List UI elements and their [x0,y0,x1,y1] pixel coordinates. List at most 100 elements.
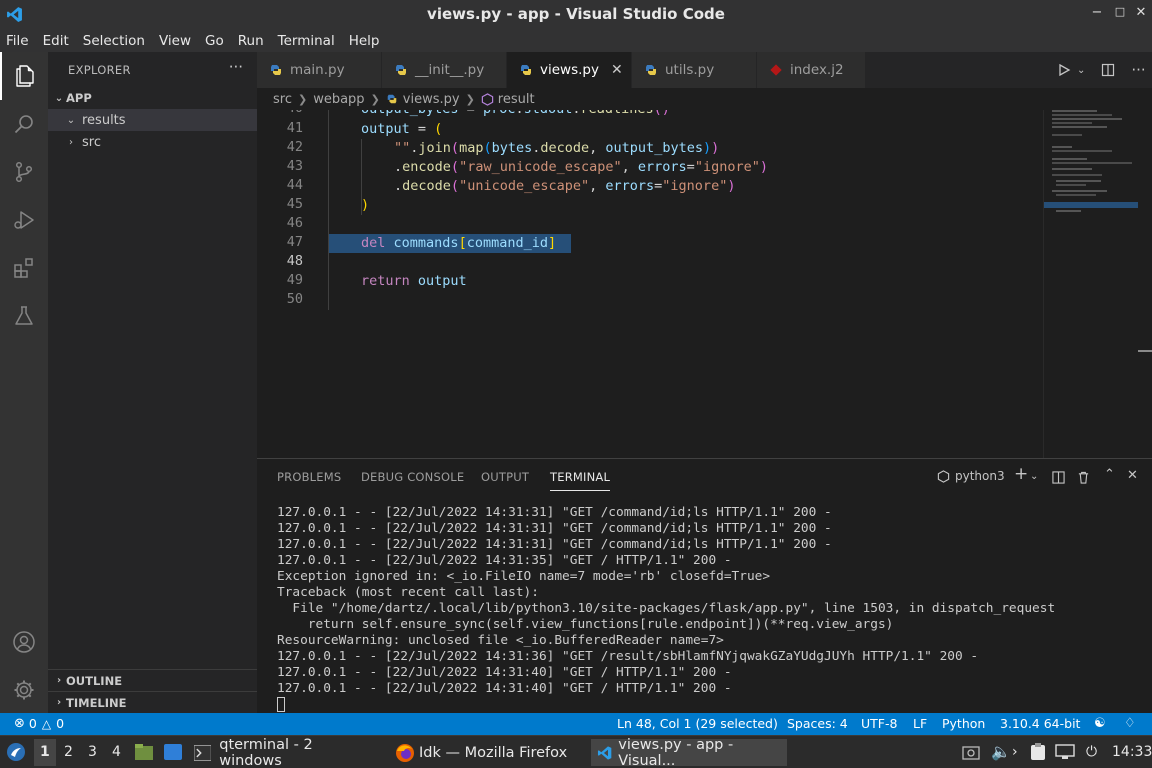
chevron-down-icon[interactable]: ⌄ [1030,471,1038,482]
tab-views-py[interactable]: views.py ✕ [507,52,631,88]
testing-activity[interactable] [0,292,48,340]
python-interpreter[interactable]: 3.10.4 64-bit [1000,716,1080,731]
breadcrumb-item[interactable]: result [498,92,535,107]
screen: views.py - app - Visual Studio Code − □ … [0,0,1152,768]
tab-problems[interactable]: PROBLEMS [277,470,341,484]
file-manager-icon[interactable] [134,743,154,761]
menu-help[interactable]: Help [349,33,380,49]
code-editor[interactable]: 40 41 42 43 44 45 46 47 48 49 50 output_… [257,110,1152,458]
volume-icon[interactable]: 🔈 [991,742,1011,761]
search-icon [14,115,33,134]
explorer-sidebar: EXPLORER ··· ⌄ APP ⌄ results › src › OUT… [48,52,257,713]
task-firefox[interactable]: Idk — Mozilla Firefox [389,739,579,766]
tree-item-src[interactable]: › src [48,131,257,153]
feedback-icon[interactable]: ☯ [1094,716,1106,731]
tab-main-py[interactable]: main.py [257,52,381,88]
workspace-4[interactable]: 4 [112,744,121,760]
problems-status[interactable]: ⊗ 0 △ 0 [14,716,64,731]
tab-output[interactable]: OUTPUT [481,470,529,484]
workspace-1[interactable]: 1 [40,744,50,760]
tab-init-py[interactable]: __init__.py [382,52,506,88]
split-terminal-icon[interactable] [1052,471,1065,484]
run-debug-activity[interactable] [0,196,48,244]
editor-tabs: main.py __init__.py views.py ✕ utils.py … [257,52,1152,88]
source-control-activity[interactable] [0,148,48,196]
tab-index-j2[interactable]: index.j2 [757,52,865,88]
line-number: 49 [286,272,303,288]
timeline-section[interactable]: › TIMELINE [48,691,257,713]
breadcrumb-item[interactable]: src [273,92,292,107]
terminal-prompt[interactable] [277,697,1137,713]
explorer-activity[interactable] [0,52,48,100]
language-mode[interactable]: Python [942,716,985,731]
tree-item-results[interactable]: ⌄ results [48,109,257,131]
code-line: "".join(map(bytes.decode, output_bytes)) [394,140,720,156]
outline-section[interactable]: › OUTLINE [48,669,257,691]
line-number: 50 [286,291,303,307]
vertical-scrollbar[interactable] [1138,110,1152,458]
terminal-line: 127.0.0.1 - - [22/Jul/2022 14:31:36] "GE… [277,649,979,664]
code-line: .decode("unicode_escape", errors="ignore… [394,178,736,194]
menu-selection[interactable]: Selection [83,33,145,49]
workspace-root[interactable]: ⌄ APP [48,87,257,109]
chevron-right-icon: › [56,697,62,708]
manage-activity[interactable] [0,666,48,714]
task-label: qterminal - 2 windows [219,736,313,768]
search-activity[interactable] [0,100,48,148]
error-count: 0 [28,716,37,731]
chevron-down-icon[interactable]: ⌄ [1077,65,1085,76]
terminal-line: 127.0.0.1 - - [22/Jul/2022 14:31:40] "GE… [277,681,732,696]
cursor-position[interactable]: Ln 48, Col 1 (29 selected) [617,716,778,731]
close-panel-icon[interactable]: ✕ [1127,468,1138,483]
network-icon[interactable] [1055,744,1075,760]
trash-icon[interactable] [1077,471,1090,484]
tab-utils-py[interactable]: utils.py [632,52,756,88]
notifications-bell-icon[interactable]: ♢ [1124,716,1136,731]
maximize-icon[interactable]: □ [1112,5,1128,23]
terminal-shell-selector[interactable]: python3 [937,469,1005,483]
firefox-icon [396,743,414,762]
clock[interactable]: 14:33 [1112,744,1152,760]
end-of-line[interactable]: LF [913,716,927,731]
task-vscode[interactable]: views.py - app - Visual... [591,737,787,768]
breadcrumb-item[interactable]: views.py [403,92,460,107]
menu-go[interactable]: Go [205,33,224,49]
new-terminal-icon[interactable]: + [1014,464,1028,484]
terminal-output[interactable]: 127.0.0.1 - - [22/Jul/2022 14:31:31] "GE… [277,505,1137,713]
workspace-3[interactable]: 3 [88,744,97,760]
tab-debug-console[interactable]: DEBUG CONSOLE [361,470,464,484]
minimize-icon[interactable]: − [1089,5,1105,23]
minimap[interactable] [1043,110,1138,458]
start-menu-icon[interactable] [6,742,26,762]
code-line: del commands[command_id] [361,235,557,251]
menu-file[interactable]: File [6,33,29,49]
screenshot-tray-icon[interactable] [962,744,980,760]
clipboard-icon[interactable] [1030,743,1046,761]
split-editor-icon[interactable] [1101,63,1115,77]
more-actions-icon[interactable]: ··· [229,58,243,76]
chevron-right-icon[interactable]: › [1012,744,1018,760]
menu-edit[interactable]: Edit [43,33,69,49]
maximize-panel-icon[interactable]: ⌃ [1104,467,1115,482]
tab-terminal[interactable]: TERMINAL [550,470,611,491]
show-desktop-icon[interactable] [163,743,183,761]
extensions-activity[interactable] [0,244,48,292]
breadcrumb-item[interactable]: webapp [313,92,364,107]
menu-view[interactable]: View [159,33,191,49]
line-number: 40 [263,110,303,116]
menu-terminal[interactable]: Terminal [278,33,335,49]
run-file-icon[interactable] [1057,63,1071,77]
warning-count: 0 [56,716,65,731]
close-window-icon[interactable]: ✕ [1133,5,1149,23]
power-icon[interactable]: ⏻ [1086,744,1097,760]
menu-run[interactable]: Run [238,33,264,49]
account-activity[interactable] [0,618,48,666]
terminal-cursor [277,697,285,712]
task-qterminal[interactable]: qterminal - 2 windows [188,736,373,768]
close-tab-icon[interactable]: ✕ [611,62,623,78]
more-actions-icon[interactable]: ··· [1131,61,1145,79]
encoding[interactable]: UTF-8 [861,716,897,731]
indentation[interactable]: Spaces: 4 [787,716,848,731]
workspace-2[interactable]: 2 [64,744,73,760]
chevron-right-icon: ❯ [465,92,475,106]
